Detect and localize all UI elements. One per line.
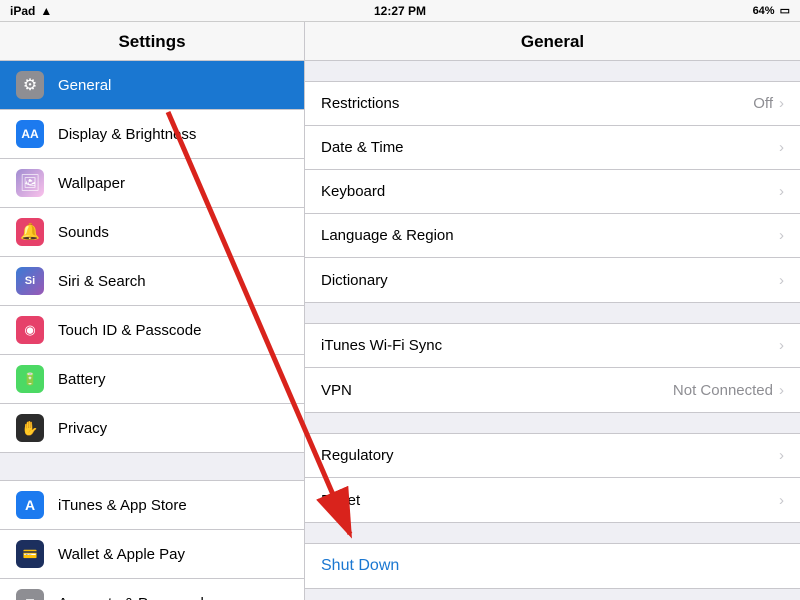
- siri-icon: Si: [16, 267, 44, 295]
- row-shutdown[interactable]: Shut Down: [305, 544, 800, 588]
- content-section-3: Regulatory › Reset ›: [305, 433, 800, 523]
- content-title: General: [305, 22, 800, 61]
- time-label: 12:27 PM: [374, 4, 426, 18]
- accounts-label: Accounts & Passwords: [58, 595, 211, 600]
- datetime-label: Date & Time: [321, 139, 404, 156]
- itunes-wifi-label: iTunes Wi-Fi Sync: [321, 337, 442, 354]
- shutdown-label: Shut Down: [321, 557, 399, 575]
- dictionary-label: Dictionary: [321, 272, 388, 289]
- sidebar-item-general[interactable]: ⚙ General: [0, 61, 304, 110]
- row-dictionary[interactable]: Dictionary ›: [305, 258, 800, 302]
- itunes-icon: A: [16, 491, 44, 519]
- chevron-icon: ›: [779, 139, 784, 156]
- restrictions-value: Off ›: [753, 95, 784, 112]
- row-restrictions[interactable]: Restrictions Off ›: [305, 82, 800, 126]
- status-left: iPad ▲: [10, 4, 52, 18]
- privacy-label: Privacy: [58, 420, 107, 437]
- row-datetime[interactable]: Date & Time ›: [305, 126, 800, 170]
- language-value: ›: [779, 227, 784, 244]
- row-language[interactable]: Language & Region ›: [305, 214, 800, 258]
- sidebar-title: Settings: [0, 22, 304, 61]
- sidebar: Settings ⚙ General AA Display & Brightne…: [0, 22, 305, 600]
- chevron-icon: ›: [779, 183, 784, 200]
- carrier-label: iPad: [10, 4, 35, 18]
- vpn-value: Not Connected ›: [673, 382, 784, 399]
- wallet-icon: 💳: [16, 540, 44, 568]
- wallet-label: Wallet & Apple Pay: [58, 546, 185, 563]
- general-icon: ⚙: [16, 71, 44, 99]
- content-section-2: iTunes Wi-Fi Sync › VPN Not Connected ›: [305, 323, 800, 413]
- battery-item-icon: 🔋: [16, 365, 44, 393]
- chevron-icon: ›: [779, 272, 784, 289]
- sounds-icon: 🔔: [16, 218, 44, 246]
- chevron-icon: ›: [779, 382, 784, 399]
- battery-label: 64%: [753, 5, 775, 17]
- vpn-label: VPN: [321, 382, 352, 399]
- datetime-value: ›: [779, 139, 784, 156]
- content-area: General Restrictions Off › Date & Time ›…: [305, 22, 800, 600]
- sidebar-item-itunes[interactable]: A iTunes & App Store: [0, 481, 304, 530]
- content-section-1: Restrictions Off › Date & Time › Keyboar…: [305, 81, 800, 303]
- status-right: 64% ▭: [753, 4, 790, 17]
- sidebar-item-display[interactable]: AA Display & Brightness: [0, 110, 304, 159]
- accounts-icon: ⊞: [16, 589, 44, 600]
- sidebar-item-accounts[interactable]: ⊞ Accounts & Passwords: [0, 579, 304, 600]
- row-keyboard[interactable]: Keyboard ›: [305, 170, 800, 214]
- sidebar-item-siri[interactable]: Si Siri & Search: [0, 257, 304, 306]
- language-label: Language & Region: [321, 227, 454, 244]
- sounds-label: Sounds: [58, 224, 109, 241]
- chevron-icon: ›: [779, 447, 784, 464]
- restrictions-label: Restrictions: [321, 95, 399, 112]
- touchid-icon: ◉: [16, 316, 44, 344]
- reset-label: Reset: [321, 492, 360, 509]
- section-gap: [0, 453, 304, 481]
- regulatory-value: ›: [779, 447, 784, 464]
- itunes-label: iTunes & App Store: [58, 497, 187, 514]
- general-label: General: [58, 77, 111, 94]
- row-itunes-wifi[interactable]: iTunes Wi-Fi Sync ›: [305, 324, 800, 368]
- touchid-label: Touch ID & Passcode: [58, 322, 201, 339]
- sidebar-item-touchid[interactable]: ◉ Touch ID & Passcode: [0, 306, 304, 355]
- keyboard-value: ›: [779, 183, 784, 200]
- sidebar-item-battery[interactable]: 🔋 Battery: [0, 355, 304, 404]
- siri-label: Siri & Search: [58, 273, 146, 290]
- privacy-icon: ✋: [16, 414, 44, 442]
- itunes-wifi-value: ›: [779, 337, 784, 354]
- sidebar-item-privacy[interactable]: ✋ Privacy: [0, 404, 304, 453]
- display-label: Display & Brightness: [58, 126, 196, 143]
- keyboard-label: Keyboard: [321, 183, 385, 200]
- reset-value: ›: [779, 492, 784, 509]
- content-section-4: Shut Down: [305, 543, 800, 589]
- row-regulatory[interactable]: Regulatory ›: [305, 434, 800, 478]
- chevron-icon: ›: [779, 337, 784, 354]
- display-icon: AA: [16, 120, 44, 148]
- status-bar: iPad ▲ 12:27 PM 64% ▭: [0, 0, 800, 22]
- wallpaper-icon: 🖼: [16, 169, 44, 197]
- wallpaper-label: Wallpaper: [58, 175, 125, 192]
- dictionary-value: ›: [779, 272, 784, 289]
- chevron-icon: ›: [779, 492, 784, 509]
- sidebar-item-wallet[interactable]: 💳 Wallet & Apple Pay: [0, 530, 304, 579]
- regulatory-label: Regulatory: [321, 447, 394, 464]
- battery-label: Battery: [58, 371, 106, 388]
- sidebar-item-sounds[interactable]: 🔔 Sounds: [0, 208, 304, 257]
- row-vpn[interactable]: VPN Not Connected ›: [305, 368, 800, 412]
- row-reset[interactable]: Reset ›: [305, 478, 800, 522]
- wifi-icon: ▲: [40, 4, 52, 18]
- chevron-icon: ›: [779, 227, 784, 244]
- chevron-icon: ›: [779, 95, 784, 112]
- sidebar-item-wallpaper[interactable]: 🖼 Wallpaper: [0, 159, 304, 208]
- battery-icon: ▭: [780, 4, 790, 17]
- main-container: Settings ⚙ General AA Display & Brightne…: [0, 22, 800, 600]
